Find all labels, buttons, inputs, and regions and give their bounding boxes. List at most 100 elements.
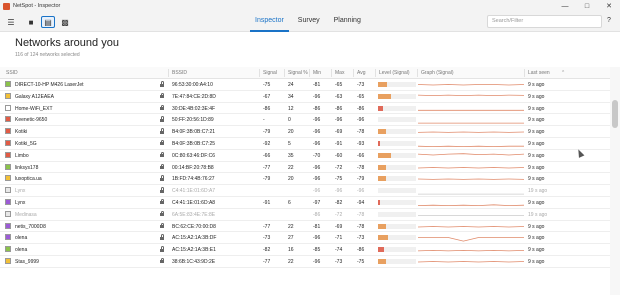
ssid-cell: Lynx — [15, 199, 26, 206]
table-row[interactable]: netis_7000D8 BC:62:CE:70:00:D8 -77 22 -81 -69… — [0, 221, 610, 233]
signal-graph — [418, 261, 524, 263]
last-seen-cell: 19 s ago — [528, 188, 548, 195]
table-row[interactable]: linksys178 00:14:BF:20:78:B8 -77 22 -96 -72 -7… — [0, 162, 610, 174]
network-color-checkbox[interactable] — [5, 81, 11, 87]
signal-cell: -91 — [263, 199, 271, 206]
hamburger-icon[interactable]: ☰ — [4, 16, 18, 28]
avg-cell: -65 — [357, 93, 365, 100]
help-icon[interactable]: ? — [607, 17, 611, 24]
signal-cell: -92 — [263, 140, 271, 147]
lock-icon — [160, 81, 164, 87]
table-view-icon[interactable]: ▤ — [41, 16, 55, 28]
bssid-cell: 7E:47:84:CE:2D:8D — [172, 93, 216, 100]
table-row[interactable]: olena AC:15:A2:1A:3B:E1 -82 16 -85 -74 -86 9 s … — [0, 244, 610, 256]
minimize-button[interactable]: — — [554, 0, 576, 12]
min-cell: -96 — [313, 258, 321, 265]
column-header-min[interactable]: Min — [313, 70, 321, 76]
tab-planning[interactable]: Planning — [329, 12, 366, 32]
network-color-checkbox[interactable] — [5, 198, 11, 205]
avg-cell: -73 — [357, 82, 365, 88]
min-cell: -96 — [313, 117, 321, 124]
signal-graph-line — [418, 153, 524, 156]
search-input[interactable]: Search/Filter — [487, 15, 602, 28]
signal-pct-cell: 12 — [288, 105, 294, 112]
last-seen-cell: 9 s ago — [528, 223, 545, 230]
signal-level-bar — [378, 258, 416, 264]
avg-cell: -78 — [357, 129, 365, 136]
signal-graph-line — [418, 237, 524, 242]
ssid-cell: Stas_9999 — [15, 258, 39, 265]
sort-ascending-icon[interactable]: ⌃ — [561, 70, 565, 76]
bssid-cell: B4:0F:3B:0B:C7:21 — [172, 129, 216, 136]
column-header-graph[interactable]: Graph (Signal) — [421, 70, 454, 76]
column-header-signal[interactable]: Signal — [263, 70, 277, 76]
column-header-ssid[interactable]: SSID — [6, 70, 18, 76]
tab-survey[interactable]: Survey — [293, 12, 325, 32]
column-header-signal-pct[interactable]: Signal % — [288, 70, 308, 76]
column-header-last-seen[interactable]: Last seen — [528, 70, 550, 76]
table-row[interactable]: DIRECT-10-HP M426 LaserJet 96:53:30:00:A4… — [0, 79, 610, 91]
table-row[interactable]: Stas_9999 38:6B:1C:43:9D:2E -77 22 -96 -73 -75… — [0, 256, 610, 268]
table-row[interactable]: Kotiki_5G B4:0F:3B:0B:C7:25 -92 5 -96 -91 -93 9… — [0, 138, 610, 150]
network-color-checkbox[interactable] — [5, 116, 11, 123]
column-header-level[interactable]: Level (Signal) — [379, 70, 410, 76]
table-row[interactable]: olena AC:15:A2:1A:3B:DF -73 27 -96 -71 -73 9 s … — [0, 232, 610, 245]
network-color-checkbox[interactable] — [5, 246, 11, 253]
table-row[interactable]: Lynx C4:41:1E:01:6D:A7 -96 -96 -96 19 s ago — [0, 185, 610, 197]
table-row[interactable]: Galaxy A12EAEA 7E:47:84:CE:2D:8D -67 34 -96 -… — [0, 91, 610, 103]
network-color-checkbox[interactable] — [5, 128, 11, 135]
min-cell: -96 — [313, 140, 321, 147]
table-row[interactable]: Keenetic-9650 50:FF:20:56:1D:89 - 0 -96 -96 -9… — [0, 114, 610, 127]
max-cell: -82 — [335, 199, 343, 206]
column-header-avg[interactable]: Avg — [357, 70, 366, 76]
scrollbar-thumb[interactable] — [612, 100, 618, 128]
signal-cell: -77 — [263, 258, 271, 265]
table-row[interactable]: Medinasa 6A:5E:83:4E:7E:8E -86 -72 -78 19 s a… — [0, 209, 610, 221]
table-row[interactable]: Limbo 0C:80:63:46:DF:C6 -66 35 -70 -60 -66 9 s … — [0, 150, 610, 162]
table-row[interactable]: Kotiki B4:0F:3B:0B:C7:21 -79 20 -96 -69 -78 9 s… — [0, 126, 610, 138]
stop-scan-icon[interactable]: ■ — [24, 16, 38, 28]
network-color-checkbox[interactable] — [5, 163, 11, 170]
signal-pct-cell: 5 — [288, 140, 291, 147]
network-color-checkbox[interactable] — [5, 104, 11, 111]
signal-pct-cell: 0 — [288, 117, 291, 124]
column-header-bssid[interactable]: BSSID — [172, 70, 187, 76]
lock-icon — [160, 187, 164, 193]
bssid-cell: AC:15:A2:1A:3B:DF — [172, 235, 217, 242]
map-view-icon[interactable]: ▩ — [58, 16, 72, 28]
last-seen-cell: 9 s ago — [528, 140, 545, 147]
bssid-cell: 1B:FD:74:4B:76:27 — [172, 176, 215, 183]
bssid-cell: B4:0F:3B:0B:C7:25 — [172, 140, 216, 147]
tab-inspector[interactable]: Inspector — [250, 12, 289, 32]
ssid-cell: olena — [15, 247, 28, 254]
maximize-button[interactable]: □ — [576, 0, 598, 12]
close-button[interactable]: ✕ — [598, 0, 620, 12]
network-color-checkbox[interactable] — [5, 222, 11, 229]
network-color-checkbox[interactable] — [5, 234, 11, 241]
min-cell: -96 — [313, 188, 321, 195]
table-row[interactable]: Lynx C4:41:1E:01:6D:A8 -91 6 -97 -82 -94 9 s ag… — [0, 197, 610, 209]
network-color-checkbox[interactable] — [5, 175, 11, 182]
signal-graph — [418, 250, 524, 252]
network-color-checkbox[interactable] — [5, 187, 11, 194]
last-seen-cell: 9 s ago — [528, 235, 545, 242]
window-title: NetSpot - Inspector — [13, 3, 61, 9]
network-color-checkbox[interactable] — [5, 151, 11, 158]
network-color-checkbox[interactable] — [5, 257, 11, 264]
table-row[interactable]: luxoptica.ua 1B:FD:74:4B:76:27 -79 20 -96 -75… — [0, 173, 610, 186]
signal-graph — [418, 166, 524, 168]
signal-pct-cell: 35 — [288, 152, 294, 159]
network-color-checkbox[interactable] — [5, 210, 11, 217]
network-color-checkbox[interactable] — [5, 139, 11, 146]
min-cell: -70 — [313, 152, 321, 159]
last-seen-cell: 9 s ago — [528, 258, 545, 265]
avg-cell: -96 — [357, 188, 365, 195]
signal-level-bar — [378, 129, 416, 135]
lock-icon — [160, 92, 164, 99]
signal-graph — [418, 225, 524, 227]
network-color-checkbox[interactable] — [5, 92, 11, 99]
table-row[interactable]: Home-WiFi_EXT 30:DE:4B:02:3E:4F -86 12 -86 -8… — [0, 103, 610, 115]
signal-level-bar — [378, 176, 416, 182]
column-header-max[interactable]: Max — [335, 70, 344, 76]
last-seen-cell: 9 s ago — [528, 93, 545, 100]
